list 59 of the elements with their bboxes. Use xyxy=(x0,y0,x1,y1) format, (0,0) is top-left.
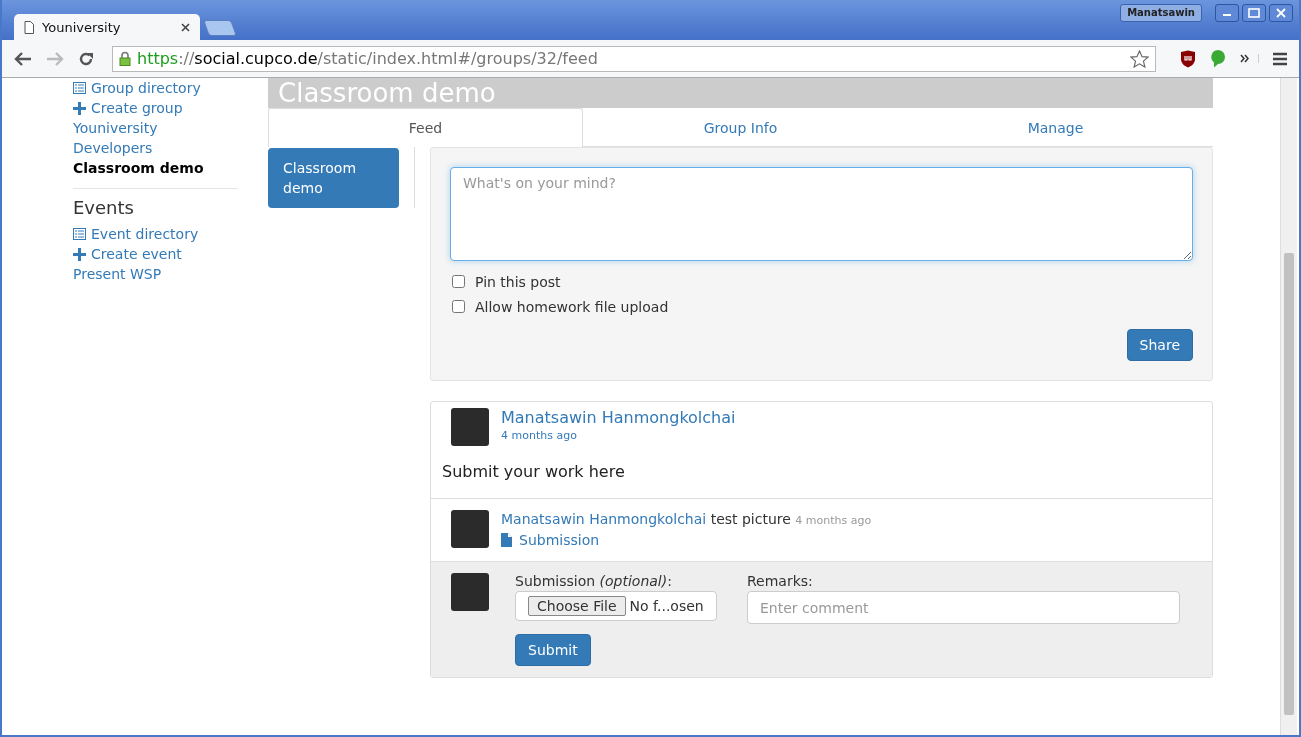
shield-icon[interactable] xyxy=(1180,49,1196,68)
page-icon xyxy=(24,20,34,34)
list-icon xyxy=(73,82,86,94)
photo-placeholder xyxy=(451,573,489,611)
overflow-icon[interactable] xyxy=(1240,54,1259,63)
maximize-button[interactable] xyxy=(1242,4,1266,22)
url-text: https://social.cupco.de/static/index.html#/groups/32/feed xyxy=(137,49,598,68)
checkbox[interactable] xyxy=(452,275,465,288)
create-link[interactable]: Create group xyxy=(73,98,238,118)
menu-icon[interactable] xyxy=(1273,51,1287,66)
photo-placeholder xyxy=(451,510,489,548)
photo-placeholder xyxy=(451,408,489,446)
post-text: Submit your work here xyxy=(441,461,626,483)
events-heading: Events xyxy=(73,197,135,218)
submit-button[interactable]: Submit xyxy=(515,634,591,666)
comment-input[interactable]: Enter comment xyxy=(747,591,1180,624)
browser-tab[interactable]: Youniversity xyxy=(14,14,200,40)
group-nav-pill[interactable]: Classroom demo xyxy=(268,148,399,208)
group-tab[interactable]: Feed xyxy=(268,108,583,147)
group-tab[interactable]: Manage xyxy=(898,108,1213,146)
checkbox-label: Pin this post xyxy=(475,273,561,290)
file-input[interactable]: Choose File No f...osen xyxy=(515,591,717,621)
close-button[interactable] xyxy=(1269,4,1293,22)
author-link[interactable]: Manatsawin Hanmongkolchai xyxy=(501,511,707,527)
attachment-link[interactable]: Submission xyxy=(501,530,872,550)
checkbox-label: Allow homework file upload xyxy=(475,298,669,315)
back-icon[interactable] xyxy=(14,51,32,66)
create-link[interactable]: Create event xyxy=(73,244,238,264)
plus-icon xyxy=(73,101,86,115)
checkbox[interactable] xyxy=(452,300,465,313)
maximize-icon xyxy=(1248,8,1260,18)
close-icon[interactable] xyxy=(181,22,190,32)
author-link[interactable]: Manatsawin Hanmongkolchai xyxy=(501,408,736,428)
group-tab[interactable]: Group Info xyxy=(583,108,898,146)
event-link[interactable]: Present WSP xyxy=(73,264,238,284)
star-icon[interactable] xyxy=(1130,49,1149,68)
lock-icon xyxy=(119,51,131,66)
address-bar[interactable]: https://social.cupco.de/static/index.html#/groups/32/feed xyxy=(112,45,1156,72)
group-link[interactable]: Developers xyxy=(73,138,238,158)
list-icon xyxy=(73,228,86,240)
speech-bubble-icon[interactable] xyxy=(1210,49,1226,68)
group-link[interactable]: Classroom demo xyxy=(73,158,238,178)
close-icon xyxy=(1276,8,1286,18)
file-icon xyxy=(501,533,512,547)
new-tab-button[interactable] xyxy=(203,20,237,36)
group-directory-link[interactable]: Group directory xyxy=(73,78,238,98)
minimize-button[interactable] xyxy=(1215,4,1239,22)
field-label: Remarks: xyxy=(747,573,814,589)
field-label: Submission (optional): xyxy=(515,573,673,589)
comment-time: 4 months ago xyxy=(795,514,872,527)
share-button[interactable]: Share xyxy=(1126,329,1193,361)
profile-button[interactable]: Manatsawin xyxy=(1120,4,1202,22)
event-directory-link[interactable]: Event directory xyxy=(73,224,238,244)
post-input[interactable]: What's on your mind? xyxy=(450,167,1193,261)
reload-icon[interactable] xyxy=(78,50,94,67)
plus-icon xyxy=(73,247,86,261)
group-link[interactable]: Youniversity xyxy=(73,118,238,138)
post-time[interactable]: 4 months ago xyxy=(501,428,736,444)
comment-text: test picture xyxy=(710,511,791,527)
